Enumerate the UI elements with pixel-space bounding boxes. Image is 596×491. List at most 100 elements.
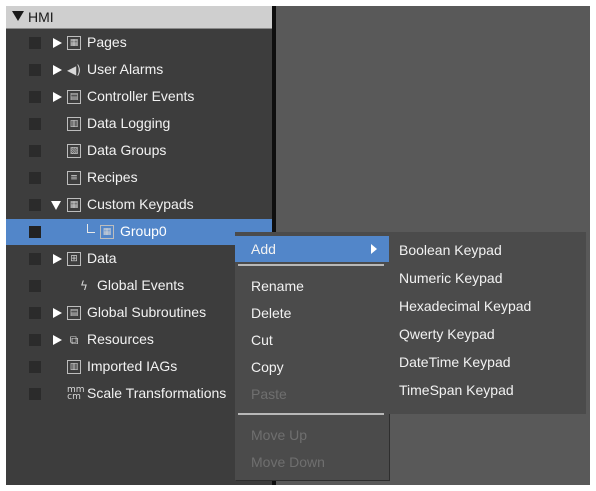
submenu-item-label: Hexadecimal Keypad — [399, 298, 532, 314]
submenu-item-datetime-keypad[interactable]: DateTime Keypad — [389, 348, 586, 376]
checkbox-icon[interactable] — [29, 199, 41, 211]
tree-item-label: Recipes — [87, 169, 138, 185]
submenu-item-numeric-keypad[interactable]: Numeric Keypad — [389, 264, 586, 292]
menu-item-move-up: Move Up — [235, 422, 389, 448]
lightning-icon: ϟ — [80, 279, 88, 293]
menu-item-label: Rename — [251, 278, 304, 294]
submenu-item-qwerty-keypad[interactable]: Qwerty Keypad — [389, 320, 586, 348]
checkbox-icon[interactable] — [29, 361, 41, 373]
tree-item-custom-keypads[interactable]: ▦ Custom Keypads — [6, 192, 272, 218]
speaker-icon: ◀) — [67, 63, 81, 77]
expand-arrow-icon[interactable] — [53, 308, 62, 318]
menu-item-move-down: Move Down — [235, 449, 389, 475]
submenu-item-timespan-keypad[interactable]: TimeSpan Keypad — [389, 376, 586, 404]
submenu-item-label: Boolean Keypad — [399, 242, 502, 258]
scale-icon: mm cm — [67, 385, 85, 402]
checkbox-icon[interactable] — [29, 37, 41, 49]
tree-item-pages[interactable]: ▦ Pages — [6, 30, 272, 56]
submenu-item-boolean-keypad[interactable]: Boolean Keypad — [389, 236, 586, 264]
submenu-item-label: TimeSpan Keypad — [399, 382, 514, 398]
tree-root-hmi[interactable]: HMI — [6, 6, 272, 29]
tree-connector-icon — [87, 224, 95, 233]
tree-item-label: Controller Events — [87, 88, 195, 104]
iag-icon: ▥ — [67, 360, 81, 374]
controller-events-icon: ▤ — [67, 90, 81, 104]
collapse-arrow-icon[interactable] — [51, 201, 61, 210]
menu-item-label: Move Down — [251, 454, 325, 470]
tree-item-label: Global Events — [97, 277, 185, 293]
tree-item-resources[interactable]: ⧉ Resources — [6, 327, 272, 353]
menu-item-label: Add — [251, 241, 276, 257]
tree-item-label: Data Logging — [87, 115, 171, 131]
tree-item-group0[interactable]: ▦ Group0 — [6, 219, 272, 245]
menu-item-label: Move Up — [251, 427, 308, 443]
resources-icon: ⧉ — [69, 333, 79, 347]
collapse-arrow-icon[interactable] — [12, 11, 24, 21]
project-tree: HMI ▦ Pages ◀) User Alarms ▤ Controller … — [6, 6, 272, 485]
checkbox-icon[interactable] — [29, 334, 41, 346]
checkbox-icon[interactable] — [29, 91, 41, 103]
submenu-item-hexadecimal-keypad[interactable]: Hexadecimal Keypad — [389, 292, 586, 320]
menu-item-rename[interactable]: Rename — [235, 273, 389, 299]
tree-item-data[interactable]: ⊞ Data — [6, 246, 272, 272]
menu-item-copy[interactable]: Copy — [235, 354, 389, 380]
submenu-item-label: DateTime Keypad — [399, 354, 511, 370]
checkbox-icon[interactable] — [29, 145, 41, 157]
checkbox-icon[interactable] — [29, 253, 41, 265]
context-menu: Add Rename Delete Cut Copy Paste Move Up… — [235, 232, 389, 480]
checkbox-icon[interactable] — [29, 388, 41, 400]
tree-item-user-alarms[interactable]: ◀) User Alarms — [6, 57, 272, 83]
tree-item-controller-events[interactable]: ▤ Controller Events — [6, 84, 272, 110]
checkbox-icon[interactable] — [29, 118, 41, 130]
tree-item-label: Imported IAGs — [87, 358, 178, 374]
checkbox-icon[interactable] — [29, 280, 41, 292]
expand-arrow-icon[interactable] — [53, 65, 62, 75]
tree-item-label: Scale Transformations — [87, 385, 227, 401]
menu-item-paste: Paste — [235, 381, 389, 407]
tree-item-global-subroutines[interactable]: ▤ Global Subroutines — [6, 300, 272, 326]
menu-item-label: Cut — [251, 332, 273, 348]
tree-root-label: HMI — [28, 9, 54, 25]
recipes-icon: ≡ — [67, 171, 81, 185]
pages-icon: ▦ — [67, 36, 81, 50]
data-groups-icon: ▧ — [67, 144, 81, 158]
menu-separator — [238, 264, 384, 266]
tree-item-recipes[interactable]: ≡ Recipes — [6, 165, 272, 191]
checkbox-icon[interactable] — [29, 307, 41, 319]
expand-arrow-icon[interactable] — [53, 254, 62, 264]
submenu-item-label: Qwerty Keypad — [399, 326, 495, 342]
menu-item-delete[interactable]: Delete — [235, 300, 389, 326]
tree-item-data-logging[interactable]: ▥ Data Logging — [6, 111, 272, 137]
expand-arrow-icon[interactable] — [53, 335, 62, 345]
tree-item-global-events[interactable]: ϟ Global Events — [6, 273, 272, 299]
tree-item-label: User Alarms — [87, 61, 164, 77]
expand-arrow-icon[interactable] — [53, 92, 62, 102]
keypad-group-icon: ▦ — [100, 225, 114, 239]
checkbox-icon[interactable] — [29, 172, 41, 184]
tree-item-label: Resources — [87, 331, 154, 347]
menu-item-label: Paste — [251, 386, 287, 402]
tree-item-label: Pages — [87, 34, 127, 50]
submenu-arrow-icon — [371, 244, 377, 254]
tree-item-imported-iags[interactable]: ▥ Imported IAGs — [6, 354, 272, 380]
menu-item-label: Delete — [251, 305, 292, 321]
menu-item-add[interactable]: Add — [235, 236, 389, 262]
tree-item-label: Group0 — [120, 223, 167, 239]
checkbox-icon[interactable] — [29, 64, 41, 76]
menu-separator — [238, 413, 384, 415]
tree-item-label: Data Groups — [87, 142, 167, 158]
app-window: HMI ▦ Pages ◀) User Alarms ▤ Controller … — [6, 6, 590, 485]
keypad-icon: ▦ — [67, 198, 81, 212]
menu-item-label: Copy — [251, 359, 284, 375]
checkbox-icon[interactable] — [29, 226, 41, 238]
subroutine-icon: ▤ — [67, 306, 81, 320]
expand-arrow-icon[interactable] — [53, 38, 62, 48]
tree-item-label: Global Subroutines — [87, 304, 207, 320]
data-logging-icon: ▥ — [67, 117, 81, 131]
tree-item-label: Data — [87, 250, 117, 266]
tree-item-scale-transformations[interactable]: mm cm Scale Transformations — [6, 381, 272, 407]
tree-item-data-groups[interactable]: ▧ Data Groups — [6, 138, 272, 164]
data-icon: ⊞ — [67, 252, 81, 266]
menu-item-cut[interactable]: Cut — [235, 327, 389, 353]
submenu-item-label: Numeric Keypad — [399, 270, 503, 286]
